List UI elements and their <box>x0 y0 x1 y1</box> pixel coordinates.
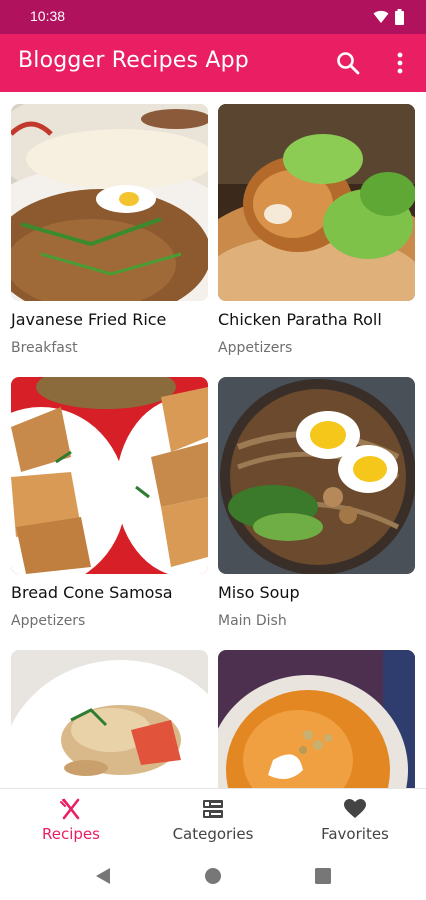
recents-icon[interactable] <box>312 865 334 887</box>
recipe-card[interactable]: Miso Soup Main Dish <box>218 377 415 629</box>
recipe-image <box>11 104 208 301</box>
recipe-image <box>218 377 415 574</box>
recipe-card[interactable]: Chicken Paratha Roll Appetizers <box>218 104 415 356</box>
recipe-category: Main Dish <box>218 613 287 629</box>
recipe-image <box>218 650 415 788</box>
recipe-title: Bread Cone Samosa <box>11 583 173 602</box>
bottom-navigation: Recipes Categories Favorites <box>0 788 426 852</box>
recipe-image <box>11 377 208 574</box>
nav-label: Categories <box>172 825 254 843</box>
recipe-category: Appetizers <box>218 340 293 356</box>
status-icons <box>373 9 404 25</box>
search-icon[interactable] <box>335 50 361 76</box>
nav-label: Favorites <box>321 825 389 843</box>
app-bar: Blogger Recipes App <box>0 34 426 92</box>
nav-label: Recipes <box>42 825 100 843</box>
recipe-card[interactable] <box>11 650 208 788</box>
home-icon[interactable] <box>202 865 224 887</box>
recipe-card[interactable]: Javanese Fried Rice Breakfast <box>11 104 208 356</box>
nav-recipes[interactable]: Recipes <box>0 797 142 851</box>
recipe-card[interactable]: Bread Cone Samosa Appetizers <box>11 377 208 629</box>
app-title: Blogger Recipes App <box>18 48 249 73</box>
nav-favorites[interactable]: Favorites <box>284 797 426 851</box>
wifi-icon <box>373 10 389 23</box>
recipe-title: Javanese Fried Rice <box>11 310 167 329</box>
back-icon[interactable] <box>92 865 114 887</box>
recipe-title: Chicken Paratha Roll <box>218 310 382 329</box>
list-icon <box>203 800 223 818</box>
system-navigation-bar <box>0 852 426 900</box>
recipe-card[interactable] <box>218 650 415 788</box>
nav-categories[interactable]: Categories <box>142 797 284 851</box>
battery-icon <box>395 9 404 25</box>
recipe-grid: Javanese Fried Rice Breakfast Chicken Pa… <box>0 92 426 788</box>
recipe-category: Appetizers <box>11 613 86 629</box>
recipe-image <box>218 104 415 301</box>
more-options-icon[interactable] <box>390 50 410 76</box>
heart-icon <box>344 799 366 818</box>
status-bar: 10:38 <box>0 0 426 34</box>
recipe-image <box>11 650 208 788</box>
recipe-title: Miso Soup <box>218 583 300 602</box>
recipe-category: Breakfast <box>11 340 78 356</box>
fork-knife-icon <box>60 798 80 820</box>
status-time: 10:38 <box>30 8 66 24</box>
